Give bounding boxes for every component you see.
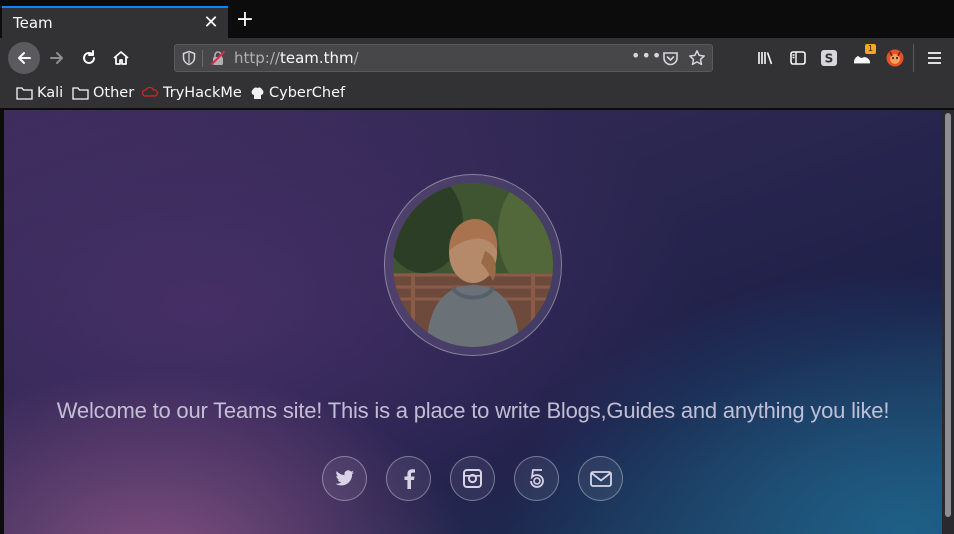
hamburger-menu-icon[interactable] [926,50,943,66]
welcome-text: Welcome to our Teams site! This is a pla… [56,398,890,423]
instagram-button[interactable] [450,456,495,501]
url-host: team.thm [279,49,354,67]
social-links [322,456,624,502]
bookmark-kali[interactable]: Kali [16,84,63,102]
reload-icon [83,50,95,64]
extension-badge: 1 [865,44,876,54]
bookmark-label: TryHackMe [163,85,242,101]
mail-icon [589,470,612,487]
pocket-icon [663,52,678,66]
close-tab-icon[interactable]: ✕ [202,14,220,32]
url-text: http://team.thm/ [234,49,359,67]
library-icon[interactable] [757,49,775,67]
tab-strip: Team ✕ + [0,0,954,38]
forward-button[interactable] [41,42,73,74]
500px-button[interactable] [514,456,559,501]
bookmark-star-icon [689,50,705,66]
scrollbar-thumb[interactable] [945,113,951,517]
500px-icon [529,468,544,488]
svg-text:S: S [825,52,834,66]
tracking-protection-shield-icon [182,50,196,66]
bookmark-other[interactable]: Other [72,84,134,102]
reload-button[interactable] [73,42,105,74]
home-icon [113,51,129,65]
facebook-button[interactable] [386,456,431,501]
bookmarks-toolbar: Kali Other TryHackMe CyberChef [0,78,954,109]
sidebar-icon[interactable] [789,49,807,67]
vertical-scrollbar[interactable] [942,110,954,534]
facebook-icon [404,468,415,489]
extension-s-icon[interactable]: S [820,49,838,67]
twitter-button[interactable] [322,456,367,501]
bookmark-cyberchef[interactable]: CyberChef [250,84,345,102]
navigation-toolbar: http://team.thm/ ••• S 1 [0,38,954,78]
toolbar-divider [913,44,914,72]
instagram-icon [463,469,482,488]
page-actions-menu-icon[interactable]: ••• [631,46,662,65]
folder-icon [16,87,33,100]
new-tab-icon[interactable]: + [234,9,256,32]
insecure-lock-icon [210,50,226,66]
page-content: Welcome to our Teams site! This is a pla… [4,110,942,534]
url-separator [202,50,203,67]
bookmark-label: CyberChef [269,85,346,101]
tryhackme-icon [142,86,159,97]
chef-hat-icon [251,86,264,99]
tab-team[interactable]: Team ✕ [2,6,228,38]
extension-sneaker-button[interactable]: 1 [850,44,876,70]
avatar [393,183,553,347]
url-protocol: http:// [234,49,280,67]
email-button[interactable] [578,456,623,501]
forward-arrow-icon [50,52,63,64]
bookmark-tryhackme[interactable]: TryHackMe [142,84,242,102]
twitter-icon [335,470,354,486]
back-arrow-icon [18,52,31,64]
bookmark-label: Kali [37,85,64,101]
bookmark-label: Other [93,85,135,101]
avatar-photo [393,183,553,347]
browser-window: Team ✕ + http://team.thm/ ••• S 1 Kali O… [0,0,954,534]
url-path: / [353,49,359,67]
url-bar[interactable]: http://team.thm/ ••• [174,44,713,72]
avatar-ring [384,174,562,356]
back-button[interactable] [8,42,40,74]
extension-fox-icon[interactable] [885,48,905,68]
home-button[interactable] [105,42,137,74]
folder-icon [72,87,89,100]
tab-title: Team [13,14,53,32]
